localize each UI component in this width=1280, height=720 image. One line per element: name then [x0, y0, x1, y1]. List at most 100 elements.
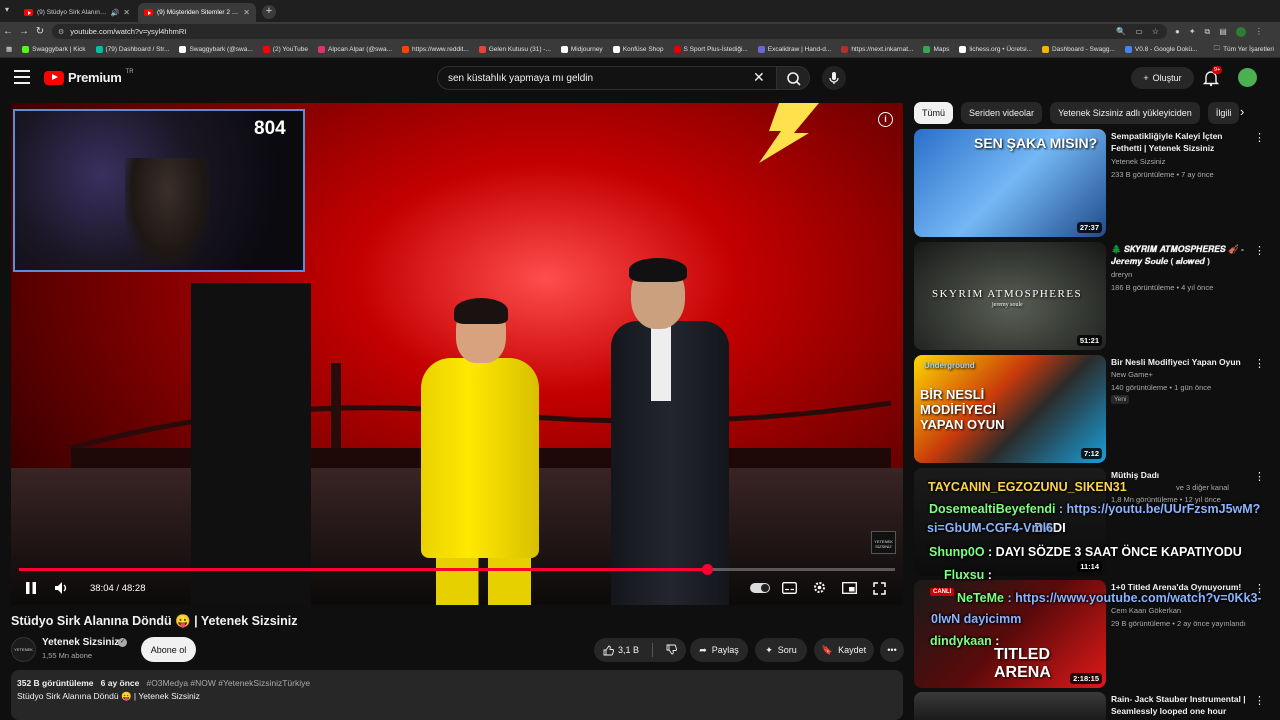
- search-button[interactable]: [776, 66, 810, 90]
- subscribe-button[interactable]: Abone ol: [141, 637, 196, 662]
- extension-icon[interactable]: ●: [1175, 27, 1180, 36]
- address-bar[interactable]: ⚙ youtube.com/watch?v=ysyl4hhmRI 🔍 ▭ ☆: [52, 24, 1167, 39]
- recommendation-item[interactable]: Underground BİR NESLİ MODİFİYECİ YAPAN O…: [914, 355, 1274, 463]
- ask-button[interactable]: ✦ Soru: [755, 638, 807, 662]
- more-vertical-icon[interactable]: ⋮: [1254, 694, 1265, 707]
- more-vertical-icon[interactable]: ⋮: [1254, 131, 1265, 144]
- bookmark-item[interactable]: Dashboard - Swagg...: [1041, 45, 1115, 53]
- channel-watermark[interactable]: YETENEK SİZSİNİZ: [871, 531, 896, 554]
- share-button[interactable]: ➦ Paylaş: [690, 638, 748, 662]
- rec-title[interactable]: Bir Nesli Modifiyeci Yapan Oyun: [1111, 356, 1251, 368]
- bookmark-item[interactable]: S Sport Plus-İstediği...: [673, 45, 748, 53]
- more-vertical-icon[interactable]: ⋮: [1254, 470, 1265, 483]
- rec-channel[interactable]: New Game+: [1111, 370, 1153, 379]
- rec-channel[interactable]: Yetenek Sizsiniz: [1111, 157, 1165, 166]
- search-input[interactable]: sen küstahlık yapmaya mı geldin: [437, 66, 777, 90]
- chip-all[interactable]: Tümü: [914, 102, 954, 124]
- subtitles-button[interactable]: [782, 582, 797, 597]
- browser-menu-icon[interactable]: ⋮: [1255, 27, 1263, 36]
- bookmark-item[interactable]: Excalidraw | Hand-d...: [757, 45, 831, 53]
- scrubber-handle[interactable]: [701, 564, 713, 575]
- all-bookmarks-folder[interactable]: 🗀 Tüm Yer İşaretleri: [1214, 44, 1280, 55]
- bookmark-item[interactable]: https://next.inkarnat...: [841, 45, 913, 53]
- bookmark-item[interactable]: lichess.org • Ücretsi...: [959, 45, 1032, 53]
- chevron-right-icon[interactable]: ›: [1240, 104, 1244, 119]
- browser-tab-1[interactable]: (9) Stüdyo Sirk Alanına Dö 🔊 ✕: [18, 3, 136, 22]
- video-thumbnail[interactable]: SKYRIM ATMOSPHERES jeremy soule 51:21: [914, 242, 1106, 350]
- hamburger-menu-icon[interactable]: [14, 70, 30, 84]
- close-tab-icon[interactable]: ✕: [123, 8, 130, 17]
- forward-icon[interactable]: →: [16, 26, 32, 37]
- back-icon[interactable]: ←: [0, 26, 16, 37]
- bookmark-item[interactable]: Maps: [923, 45, 949, 53]
- logo-region: TR: [125, 68, 134, 75]
- video-thumbnail[interactable]: [914, 692, 1106, 720]
- autoplay-toggle[interactable]: [750, 583, 770, 593]
- account-avatar[interactable]: [1238, 68, 1257, 87]
- like-button[interactable]: 3,1 B: [603, 645, 639, 656]
- profile-avatar[interactable]: [1235, 26, 1246, 37]
- more-actions-button[interactable]: •••: [880, 638, 904, 662]
- rec-title[interactable]: 🌲 𝑺𝑲𝒀𝑹𝑰𝑴 𝑨𝑻𝑴𝑶𝑺𝑷𝑯𝑬𝑹𝑬𝑺 🎻 - 𝑱𝒆𝒓𝒆𝒎𝒚 𝑺𝒐𝒖𝒍𝒆 ( …: [1111, 243, 1251, 267]
- more-vertical-icon[interactable]: ⋮: [1254, 244, 1265, 257]
- apps-grid-icon[interactable]: ▦: [6, 45, 12, 53]
- zoom-icon[interactable]: 🔍: [1116, 27, 1126, 36]
- speaker-icon[interactable]: 🔊: [111, 9, 120, 17]
- create-button[interactable]: + Oluştur: [1131, 67, 1194, 89]
- chip-related[interactable]: İlgili: [1207, 102, 1240, 124]
- bookmark-item[interactable]: Swaggybark | Kick: [22, 45, 86, 53]
- progress-bar[interactable]: [19, 564, 895, 575]
- chip-series[interactable]: Seriden videolar: [961, 102, 1043, 124]
- info-icon[interactable]: i: [878, 112, 893, 127]
- hashtags[interactable]: #O3Medya #NOW #YetenekSizsinizTürkiye: [146, 678, 310, 688]
- chip-uploader[interactable]: Yetenek Sizsiniz adlı yükleyiciden: [1050, 102, 1200, 124]
- fullscreen-button[interactable]: [873, 582, 886, 598]
- close-tab-icon[interactable]: ✕: [243, 8, 250, 17]
- rec-channel[interactable]: Cem Kaan Gökerkan: [1111, 606, 1181, 615]
- channel-avatar[interactable]: YETENEK SİZSİNİZ: [11, 637, 36, 676]
- bookmark-item[interactable]: Swaggybark (@swa...: [179, 45, 253, 53]
- bookmark-item[interactable]: (2) YouTube: [262, 45, 308, 53]
- volume-button[interactable]: [54, 581, 70, 598]
- browser-tab-2[interactable]: (9) Müşteriden Sitemler 2 - Yu ✕: [138, 3, 256, 22]
- settings-button[interactable]: [812, 580, 827, 598]
- reload-icon[interactable]: ↻: [32, 26, 48, 37]
- rec-channel[interactable]: ve 3 diğer kanal: [1176, 483, 1229, 492]
- cast-icon[interactable]: ▭: [1135, 27, 1143, 36]
- voice-search-button[interactable]: [822, 66, 846, 90]
- pause-button[interactable]: [24, 581, 38, 598]
- recommendation-item[interactable]: Rain- Jack Stauber Instrumental | Seamle…: [914, 692, 1274, 720]
- bookmark-item[interactable]: (79) Dashboard / Str...: [95, 45, 169, 53]
- dislike-button[interactable]: [666, 644, 677, 657]
- miniplayer-button[interactable]: [842, 582, 857, 597]
- bookmark-item[interactable]: V0.8 - Google Dokü...: [1124, 45, 1197, 53]
- youtube-logo[interactable]: Premium TR: [44, 68, 134, 85]
- tab-search-icon[interactable]: ▾: [5, 5, 14, 14]
- save-button[interactable]: 🔖 Kaydet: [814, 638, 874, 662]
- bookmark-item[interactable]: Konfüse Shop: [612, 45, 664, 53]
- bookmark-item[interactable]: https://www.reddit...: [402, 45, 469, 53]
- bookmark-star-icon[interactable]: ☆: [1152, 27, 1159, 36]
- description-box[interactable]: 352 B görüntüleme 6 ay önce #O3Medya #NO…: [11, 670, 903, 720]
- recommendation-item[interactable]: SKYRIM ATMOSPHERES jeremy soule 51:21 🌲 …: [914, 242, 1274, 350]
- rec-title[interactable]: Müthiş Dadı: [1111, 469, 1251, 481]
- video-thumbnail[interactable]: SEN ŞAKA MISIN? 27:37: [914, 129, 1106, 237]
- rec-title[interactable]: Rain- Jack Stauber Instrumental | Seamle…: [1111, 693, 1261, 717]
- extension-icon[interactable]: ✦: [1189, 27, 1196, 36]
- rec-channel[interactable]: dreryn: [1111, 270, 1132, 279]
- bookmark-favicon-icon: [478, 45, 486, 53]
- tab-groups-icon[interactable]: ▤: [1219, 27, 1227, 36]
- bookmark-item[interactable]: Midjourney: [560, 45, 603, 53]
- more-vertical-icon[interactable]: ⋮: [1254, 357, 1265, 370]
- bookmark-item[interactable]: Gelen Kutusu (31) -...: [478, 45, 551, 53]
- site-info-icon[interactable]: ⚙: [58, 28, 64, 36]
- video-thumbnail[interactable]: Underground BİR NESLİ MODİFİYECİ YAPAN O…: [914, 355, 1106, 463]
- thumbnail-caption: BİR NESLİ MODİFİYECİ YAPAN OYUN: [920, 387, 1005, 432]
- extensions-puzzle-icon[interactable]: ⧉: [1205, 27, 1211, 37]
- channel-name[interactable]: Yetenek Sizsiniz: [42, 637, 119, 648]
- recommendation-item[interactable]: SEN ŞAKA MISIN? 27:37 Sempatikliğiyle Ka…: [914, 129, 1274, 237]
- new-tab-button[interactable]: +: [262, 5, 276, 19]
- clear-search-icon[interactable]: ✕: [753, 69, 765, 86]
- rec-title[interactable]: Sempatikliğiyle Kaleyi İçten Fethetti | …: [1111, 130, 1251, 154]
- bookmark-item[interactable]: Alpcan Alpar (@swa...: [317, 45, 392, 53]
